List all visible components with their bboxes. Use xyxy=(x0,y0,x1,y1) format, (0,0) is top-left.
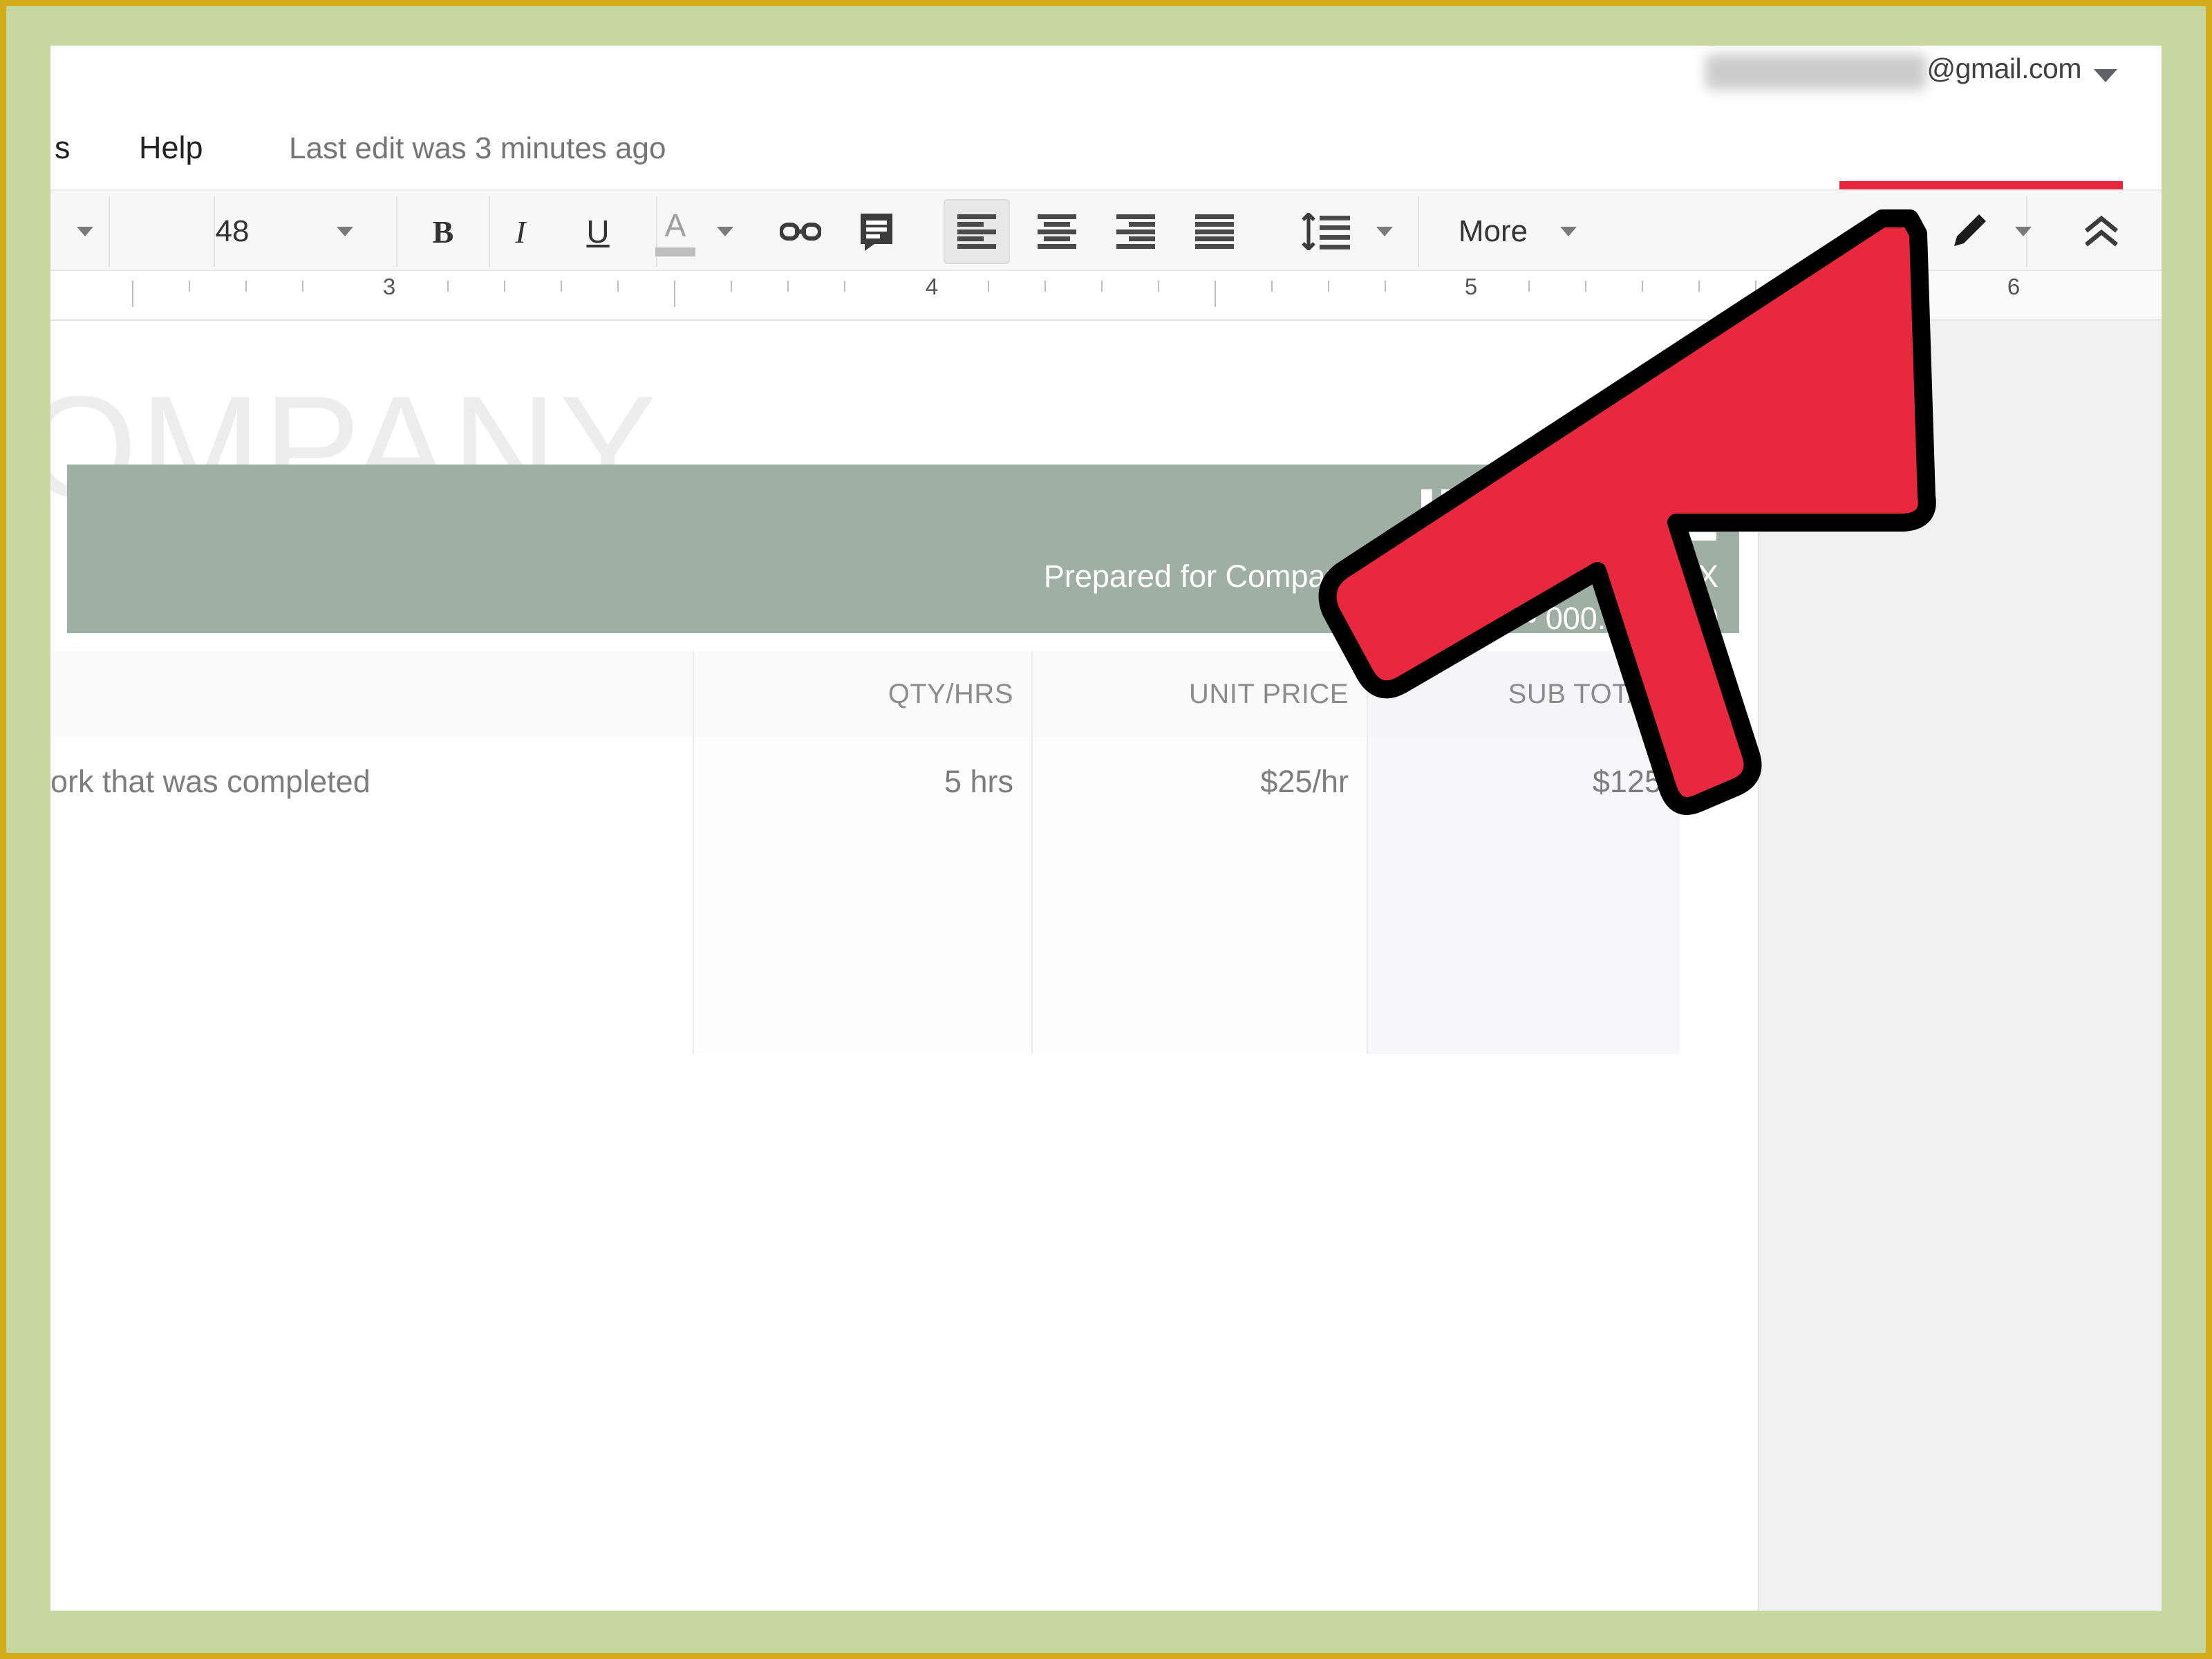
column-header-qty: QTY/HRS xyxy=(693,651,1032,736)
invoice-line-items-table[interactable]: QTY/HRS UNIT PRICE SUB TOTAL ork that wa… xyxy=(50,651,1680,1054)
cell-qty[interactable] xyxy=(693,895,1032,1054)
add-comment-button[interactable] xyxy=(845,199,908,264)
last-edit-status[interactable]: Last edit was 3 minutes ago xyxy=(289,131,666,166)
account-name-redacted xyxy=(1705,54,1927,90)
chevron-down-icon xyxy=(1560,227,1577,236)
ruler-number: 4 xyxy=(925,274,939,299)
align-center-icon xyxy=(1038,214,1076,249)
align-right-button[interactable] xyxy=(1103,199,1169,264)
text-color-swatch xyxy=(655,247,695,256)
cell-sub-total[interactable]: $125 xyxy=(1367,736,1680,895)
invoice-header-band: INVOICE Prepared for Company Name • Proj… xyxy=(67,465,1739,636)
toolbar-separator xyxy=(1418,196,1419,267)
menu-item-tools-truncated[interactable]: s xyxy=(55,130,71,166)
align-right-icon xyxy=(1116,214,1155,249)
line-spacing-icon xyxy=(1302,213,1350,250)
invoice-title: INVOICE xyxy=(1416,473,1719,556)
text-color-button[interactable]: A xyxy=(646,199,704,264)
cell-sub-total[interactable] xyxy=(1367,895,1680,1054)
table-row[interactable]: ork that was completed 5 hrs $25/hr $125 xyxy=(50,736,1680,895)
align-justify-icon xyxy=(1195,214,1234,249)
add-comment-icon xyxy=(861,214,892,251)
table-row[interactable] xyxy=(50,895,1680,1054)
font-size-dropdown[interactable] xyxy=(327,199,363,264)
document-page[interactable]: OMPANY INVOICE Prepared for Company Name… xyxy=(50,321,1758,1611)
decorative-outer-frame: @gmail.com s Help Last edit was 3 minute… xyxy=(0,0,2212,1659)
chevron-down-icon[interactable] xyxy=(2094,69,2117,82)
table-header-row: QTY/HRS UNIT PRICE SUB TOTAL xyxy=(50,651,1680,736)
invoice-contact-line: John Cooper • 000.000.000 xyxy=(1339,601,1718,637)
google-docs-app: @gmail.com s Help Last edit was 3 minute… xyxy=(50,46,2162,1611)
ruler-active-area: 3 4 5 xyxy=(50,271,1799,319)
paragraph-style-dropdown[interactable] xyxy=(67,199,103,264)
align-left-button[interactable] xyxy=(944,199,1010,264)
cell-description[interactable]: ork that was completed xyxy=(50,736,693,895)
more-dropdown[interactable] xyxy=(1550,199,1586,264)
line-spacing-button[interactable] xyxy=(1288,199,1364,264)
font-size-value[interactable]: 48 xyxy=(194,199,270,264)
collapse-toolbar-button[interactable] xyxy=(2069,199,2135,264)
editing-mode-dropdown[interactable] xyxy=(2005,199,2041,264)
chevron-down-icon xyxy=(717,227,733,236)
column-header-sub-total: SUB TOTAL xyxy=(1367,651,1680,736)
toolbar-separator xyxy=(109,196,110,267)
cell-unit-price[interactable]: $25/hr xyxy=(1031,736,1367,895)
line-spacing-dropdown[interactable] xyxy=(1367,199,1403,264)
ruler-number: 3 xyxy=(382,274,396,299)
menu-item-help[interactable]: Help xyxy=(139,130,203,166)
chevron-down-icon xyxy=(2015,227,2032,236)
cell-unit-price[interactable] xyxy=(1031,895,1367,1054)
link-icon xyxy=(780,223,821,241)
ruler-number: 6 xyxy=(2007,274,2021,299)
chevron-down-icon xyxy=(1376,227,1393,236)
more-button[interactable]: More xyxy=(1441,199,1545,264)
document-canvas[interactable]: OMPANY INVOICE Prepared for Company Name… xyxy=(50,321,2162,1611)
horizontal-ruler[interactable]: 3 4 5 6 xyxy=(50,271,2162,321)
menu-bar: s Help Last edit was 3 minutes ago Comme… xyxy=(50,112,2162,278)
decorative-inner-frame: @gmail.com s Help Last edit was 3 minute… xyxy=(50,46,2162,1611)
italic-button[interactable]: I xyxy=(493,199,548,264)
pencil-icon xyxy=(1954,214,1986,246)
cell-description[interactable] xyxy=(50,895,693,1054)
invoice-prepared-line: Prepared for Company Name • Project: Pro… xyxy=(1043,559,1718,594)
account-row: @gmail.com xyxy=(50,46,2162,112)
double-chevron-up-icon xyxy=(2084,215,2119,247)
align-center-button[interactable] xyxy=(1024,199,1090,264)
account-email: @gmail.com xyxy=(1927,53,2082,84)
formatting-toolbar: 48 B I U A More xyxy=(50,189,2162,271)
text-color-letter: A xyxy=(664,207,686,243)
chevron-down-icon xyxy=(337,227,353,236)
chevron-down-icon xyxy=(77,227,93,236)
align-justify-button[interactable] xyxy=(1181,199,1248,264)
cell-qty[interactable]: 5 hrs xyxy=(693,736,1032,895)
text-color-dropdown[interactable] xyxy=(707,199,743,264)
toolbar-separator xyxy=(489,196,490,267)
column-header-description xyxy=(50,651,693,736)
bold-button[interactable]: B xyxy=(415,199,471,264)
align-left-icon xyxy=(957,214,996,249)
underline-button[interactable]: U xyxy=(570,199,626,264)
toolbar-separator xyxy=(396,196,397,267)
column-header-unit-price: UNIT PRICE xyxy=(1031,651,1367,736)
editing-mode-button[interactable] xyxy=(1938,199,2000,264)
insert-link-button[interactable] xyxy=(769,199,832,264)
ruler-number: 5 xyxy=(1464,274,1478,299)
